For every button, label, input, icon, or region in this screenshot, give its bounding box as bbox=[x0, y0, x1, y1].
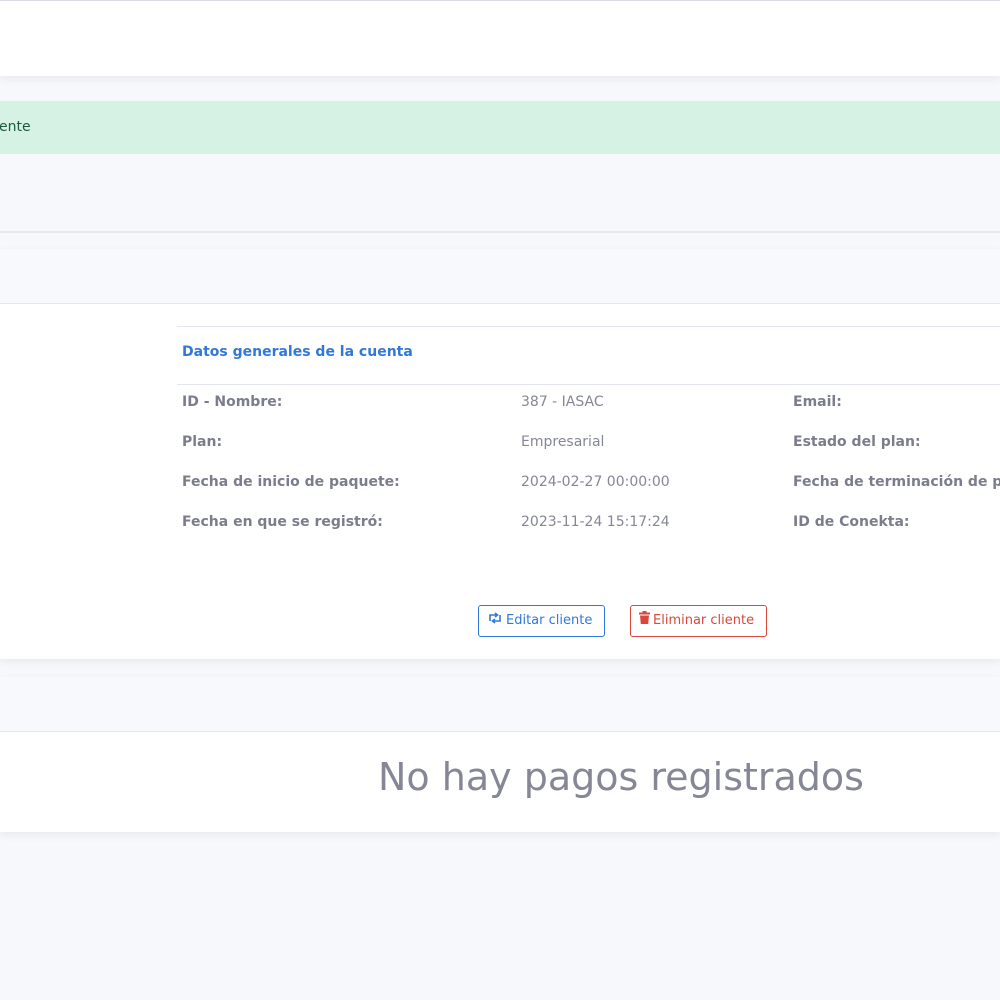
info-row: ID - Nombre: 387 - IASAC Email: bbox=[0, 394, 1000, 414]
package-start-value: 2024-02-27 00:00:00 bbox=[521, 474, 670, 490]
info-row: Fecha en que se registró: 2023-11-24 15:… bbox=[0, 514, 1000, 534]
plan-label: Plan: bbox=[182, 434, 223, 450]
success-alert: ente bbox=[0, 101, 1000, 154]
retweet-icon bbox=[487, 606, 503, 636]
edit-client-label: Editar cliente bbox=[506, 613, 593, 628]
payments-card-header bbox=[0, 677, 1000, 732]
delete-client-label: Eliminar cliente bbox=[653, 613, 755, 628]
no-payments-message: No hay pagos registrados bbox=[378, 755, 864, 799]
delete-client-button[interactable]: Eliminar cliente bbox=[630, 605, 767, 637]
client-details-card: Datos generales de la cuenta ID - Nombre… bbox=[0, 249, 1000, 659]
top-navbar bbox=[0, 0, 1000, 76]
table-header-border bbox=[177, 384, 1000, 385]
plan-value: Empresarial bbox=[521, 434, 605, 450]
package-start-label: Fecha de inicio de paquete: bbox=[182, 474, 400, 490]
email-label: Email: bbox=[793, 394, 842, 410]
info-row: Plan: Empresarial Estado del plan: bbox=[0, 434, 1000, 454]
account-section-title: Datos generales de la cuenta bbox=[182, 344, 413, 360]
payments-card: No hay pagos registrados bbox=[0, 677, 1000, 832]
id-name-label: ID - Nombre: bbox=[182, 394, 283, 410]
card-header bbox=[0, 249, 1000, 304]
table-top-border bbox=[177, 326, 1000, 327]
section-divider bbox=[0, 231, 1000, 233]
edit-client-button[interactable]: Editar cliente bbox=[478, 605, 605, 637]
info-row: Fecha de inicio de paquete: 2024-02-27 0… bbox=[0, 474, 1000, 494]
conekta-id-label: ID de Conekta: bbox=[793, 514, 910, 530]
registered-date-value: 2023-11-24 15:17:24 bbox=[521, 514, 670, 530]
trash-icon bbox=[639, 606, 650, 636]
id-name-value: 387 - IASAC bbox=[521, 394, 604, 410]
registered-date-label: Fecha en que se registró: bbox=[182, 514, 383, 530]
plan-status-label: Estado del plan: bbox=[793, 434, 921, 450]
package-end-label: Fecha de terminación de pa bbox=[793, 474, 1000, 490]
alert-text: ente bbox=[0, 119, 31, 135]
